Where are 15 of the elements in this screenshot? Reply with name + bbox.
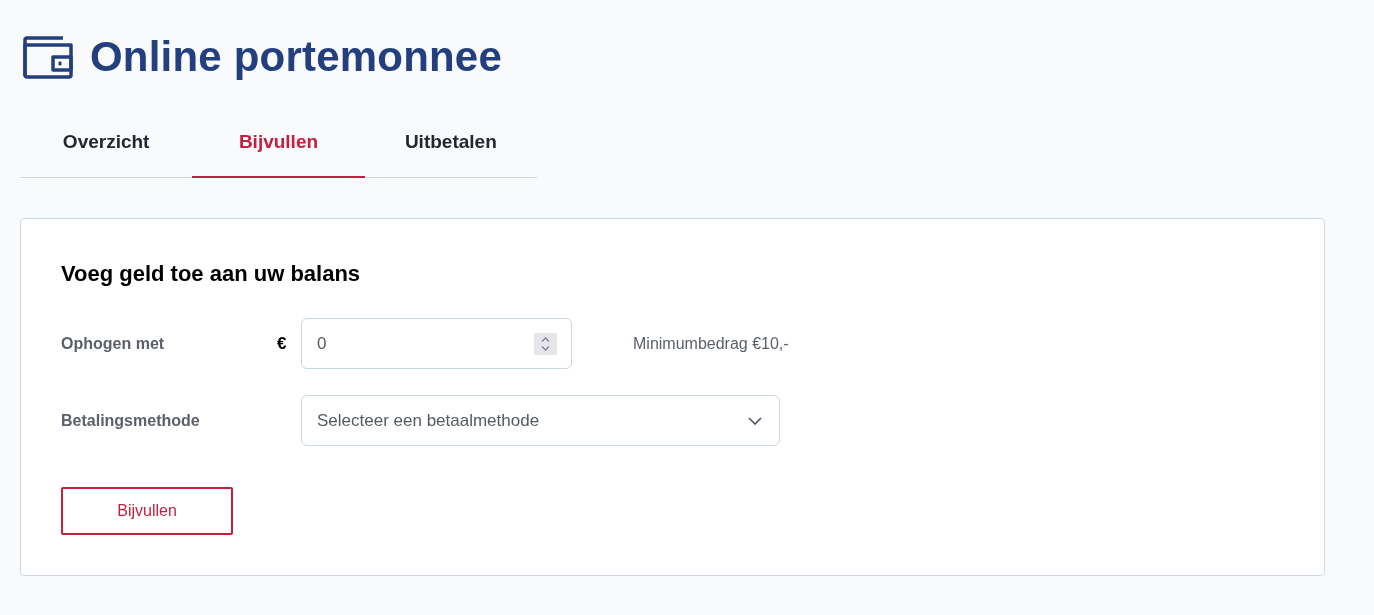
chevron-down-icon — [748, 416, 762, 425]
tab[interactable]: Overzicht — [20, 108, 193, 178]
wallet-icon — [23, 35, 73, 79]
currency-symbol: € — [277, 332, 287, 355]
minimum-amount-hint: Minimumbedrag €10,- — [633, 333, 789, 354]
top-up-button[interactable]: Bijvullen — [61, 487, 233, 535]
tab[interactable]: Bijvullen — [192, 108, 365, 178]
tab[interactable]: Uitbetalen — [364, 108, 537, 178]
page-title: Online portemonnee — [90, 32, 502, 82]
payment-method-label: Betalingsmethode — [61, 410, 200, 431]
amount-input[interactable]: 0 — [301, 318, 572, 369]
amount-label: Ophogen met — [61, 333, 165, 354]
card-title: Voeg geld toe aan uw balans — [61, 260, 361, 288]
spinner-arrows-icon[interactable] — [534, 332, 557, 355]
payment-method-select[interactable]: Selecteer een betaalmethode — [301, 395, 780, 446]
